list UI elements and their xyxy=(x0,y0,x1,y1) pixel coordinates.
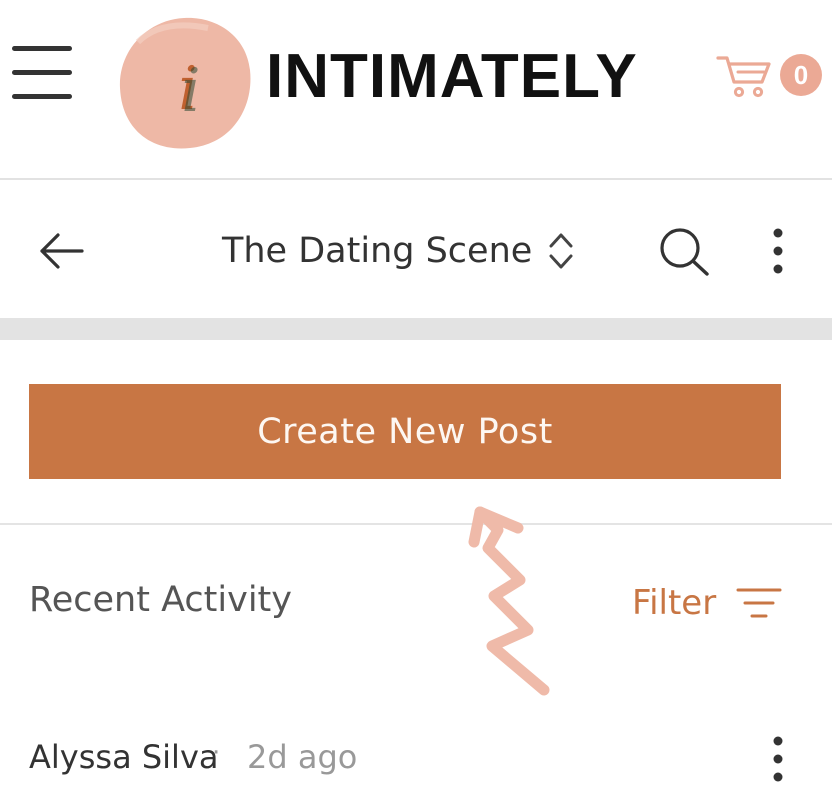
post-more-vertical-icon[interactable] xyxy=(766,734,790,784)
chevron-up-down-icon xyxy=(549,233,573,269)
brand-logo[interactable]: i i xyxy=(118,12,254,152)
search-icon[interactable] xyxy=(658,226,710,276)
section-divider xyxy=(0,523,832,525)
post-timestamp: 2d ago xyxy=(247,738,358,776)
hamburger-icon[interactable] xyxy=(12,46,74,102)
header-divider xyxy=(0,178,832,180)
brand-name: INTIMATELY xyxy=(266,42,638,111)
post-item[interactable]: Alyssa Silva · 2d ago xyxy=(29,730,809,790)
arrow-left-icon[interactable] xyxy=(38,232,84,270)
app-screen: i i INTIMATELY 0 The Dating Scene Create… xyxy=(0,0,832,809)
cart-count-badge[interactable]: 0 xyxy=(780,54,822,96)
filter-label: Filter xyxy=(632,583,717,623)
post-meta-separator: · xyxy=(212,738,221,768)
section-separator xyxy=(0,318,832,340)
more-vertical-icon[interactable] xyxy=(766,226,790,276)
svg-text:i: i xyxy=(181,56,200,126)
create-new-post-button[interactable]: Create New Post xyxy=(29,384,781,479)
cart-icon[interactable] xyxy=(716,52,772,98)
filter-icon xyxy=(736,588,782,618)
filter-button[interactable]: Filter xyxy=(632,578,782,628)
group-title: The Dating Scene xyxy=(222,231,533,271)
recent-activity-heading: Recent Activity xyxy=(29,580,292,620)
post-author[interactable]: Alyssa Silva xyxy=(29,738,218,776)
top-header: i i INTIMATELY 0 xyxy=(0,0,832,178)
group-switcher[interactable]: The Dating Scene xyxy=(222,226,574,276)
